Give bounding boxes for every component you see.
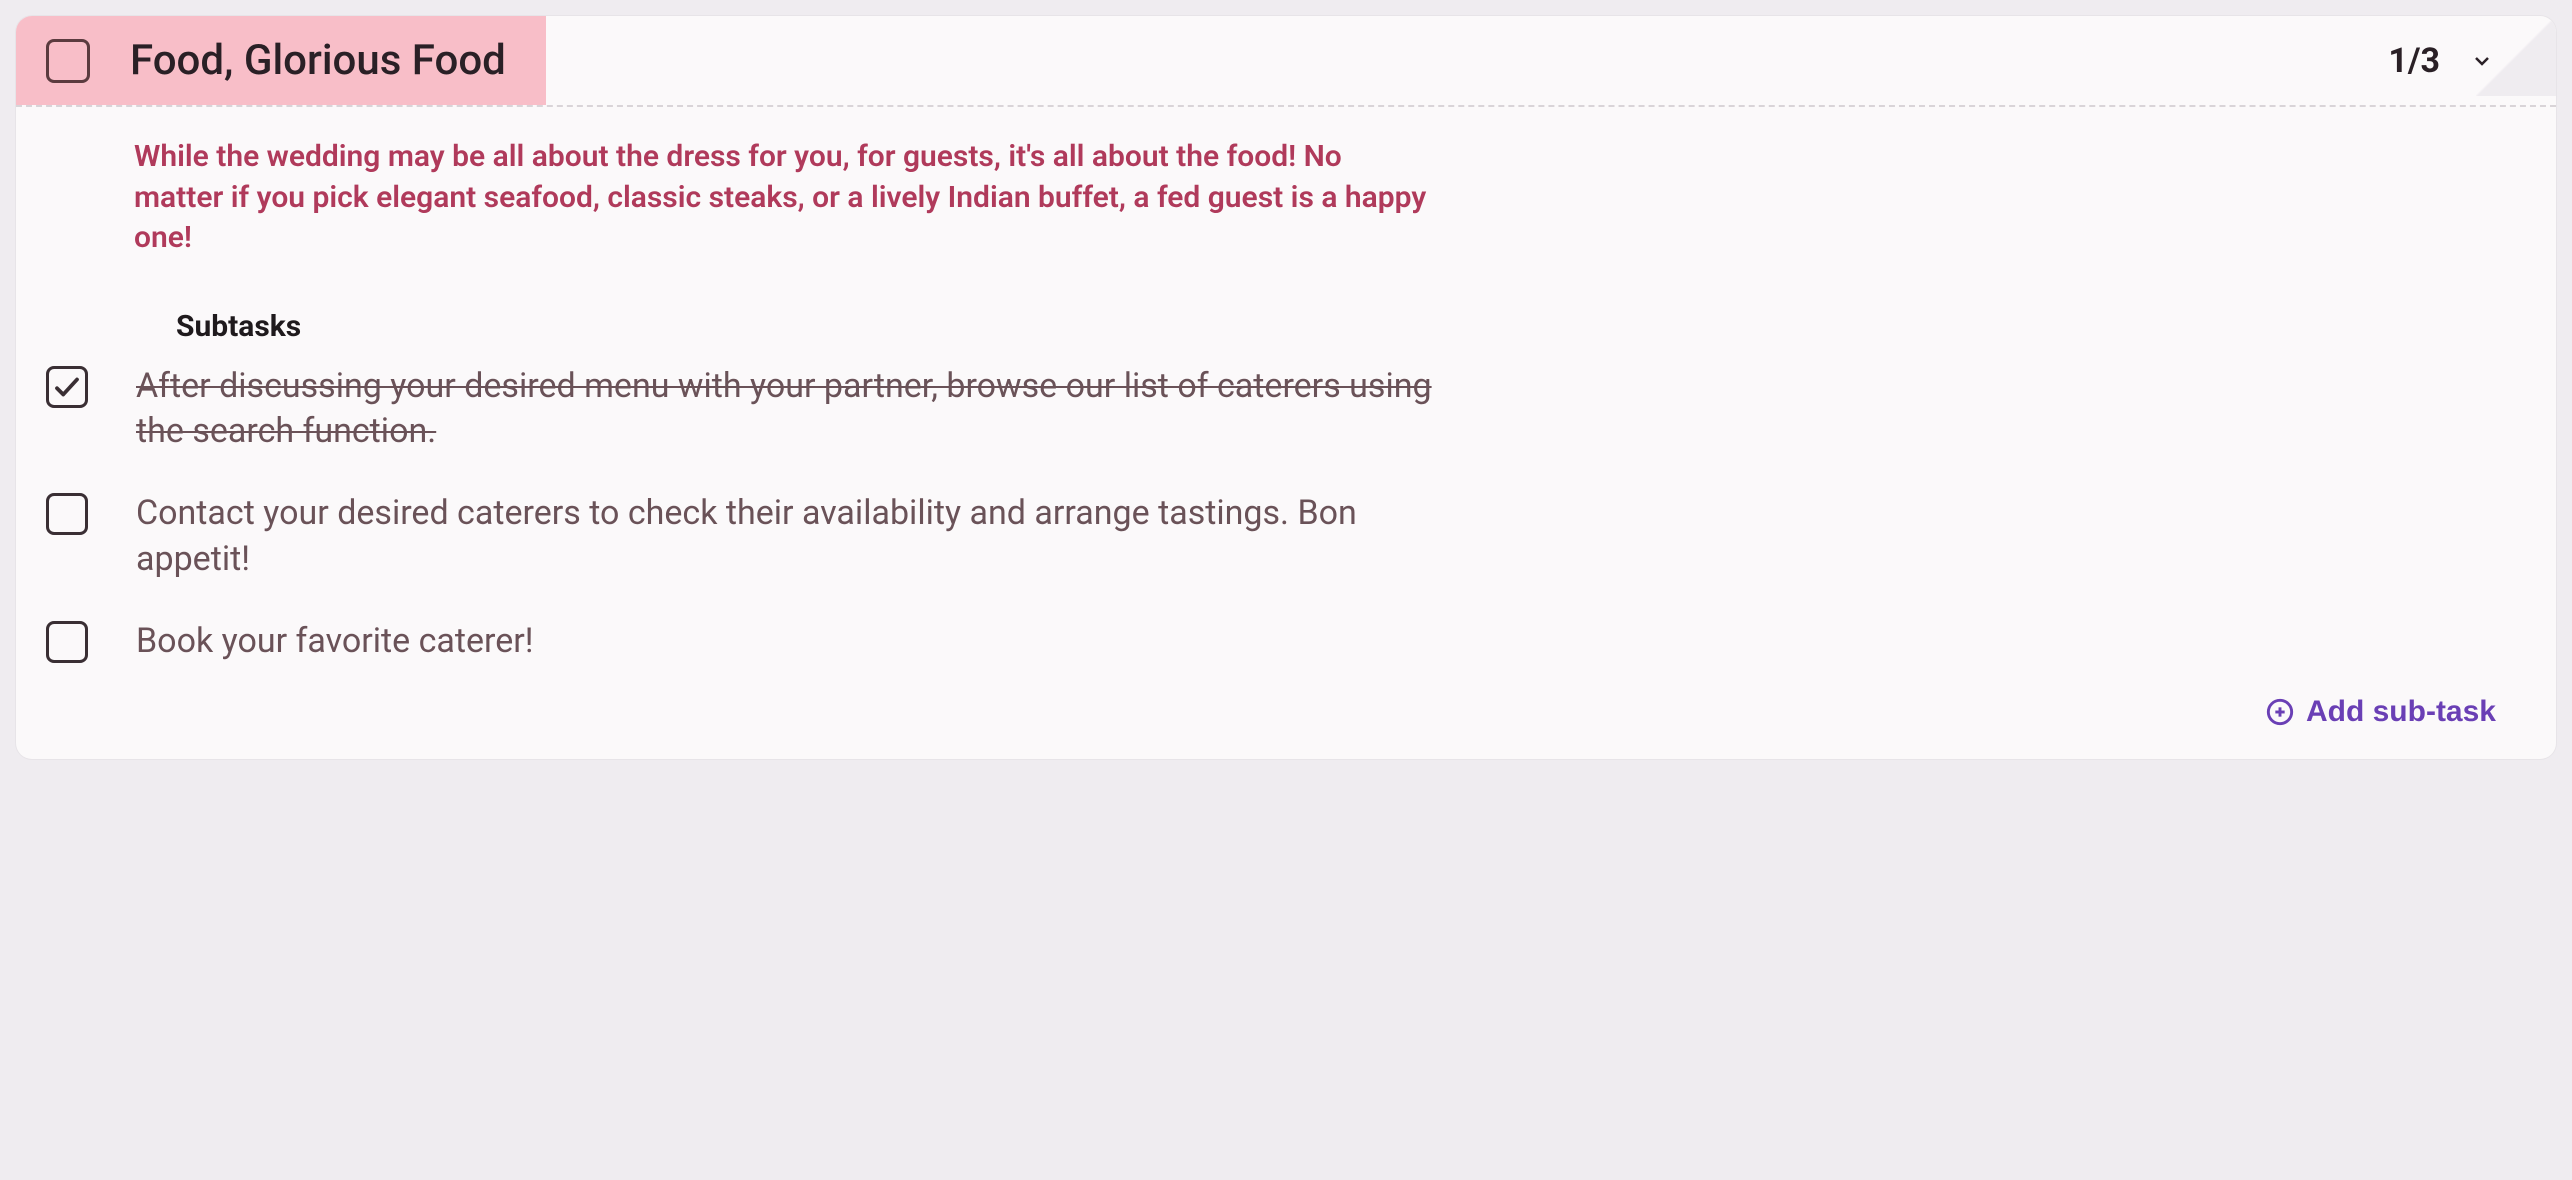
task-footer: Add sub-task	[46, 695, 2496, 729]
header-spacer	[546, 16, 2389, 105]
subtasks-heading: Subtasks	[176, 309, 2496, 344]
check-icon	[52, 372, 82, 402]
task-description: While the wedding may be all about the d…	[134, 137, 1434, 259]
header-right: 1/3	[2388, 16, 2556, 105]
subtask-checkbox[interactable]	[46, 621, 88, 663]
plus-circle-icon	[2266, 698, 2294, 726]
task-title-block: Food, Glorious Food	[16, 16, 546, 105]
chevron-down-icon	[2470, 49, 2494, 73]
subtask-text[interactable]: After discussing your desired menu with …	[136, 364, 1456, 456]
progress-count: 1/3	[2388, 41, 2440, 81]
subtask-row: After discussing your desired menu with …	[46, 364, 2496, 456]
task-body: While the wedding may be all about the d…	[16, 107, 2556, 759]
subtask-row: Book your favorite caterer!	[46, 619, 2496, 665]
task-title: Food, Glorious Food	[130, 36, 506, 85]
task-checkbox[interactable]	[46, 39, 90, 83]
subtask-text[interactable]: Book your favorite caterer!	[136, 619, 534, 665]
task-card: Food, Glorious Food 1/3 While the weddin…	[16, 16, 2556, 759]
subtask-checkbox[interactable]	[46, 366, 88, 408]
subtask-row: Contact your desired caterers to check t…	[46, 491, 2496, 583]
subtask-checkbox[interactable]	[46, 493, 88, 535]
subtask-text[interactable]: Contact your desired caterers to check t…	[136, 491, 1456, 583]
collapse-toggle[interactable]	[2468, 47, 2496, 75]
add-subtask-button[interactable]: Add sub-task	[2266, 695, 2496, 729]
task-header: Food, Glorious Food 1/3	[16, 16, 2556, 107]
add-subtask-label: Add sub-task	[2306, 695, 2496, 729]
subtask-list: After discussing your desired menu with …	[46, 364, 2496, 665]
